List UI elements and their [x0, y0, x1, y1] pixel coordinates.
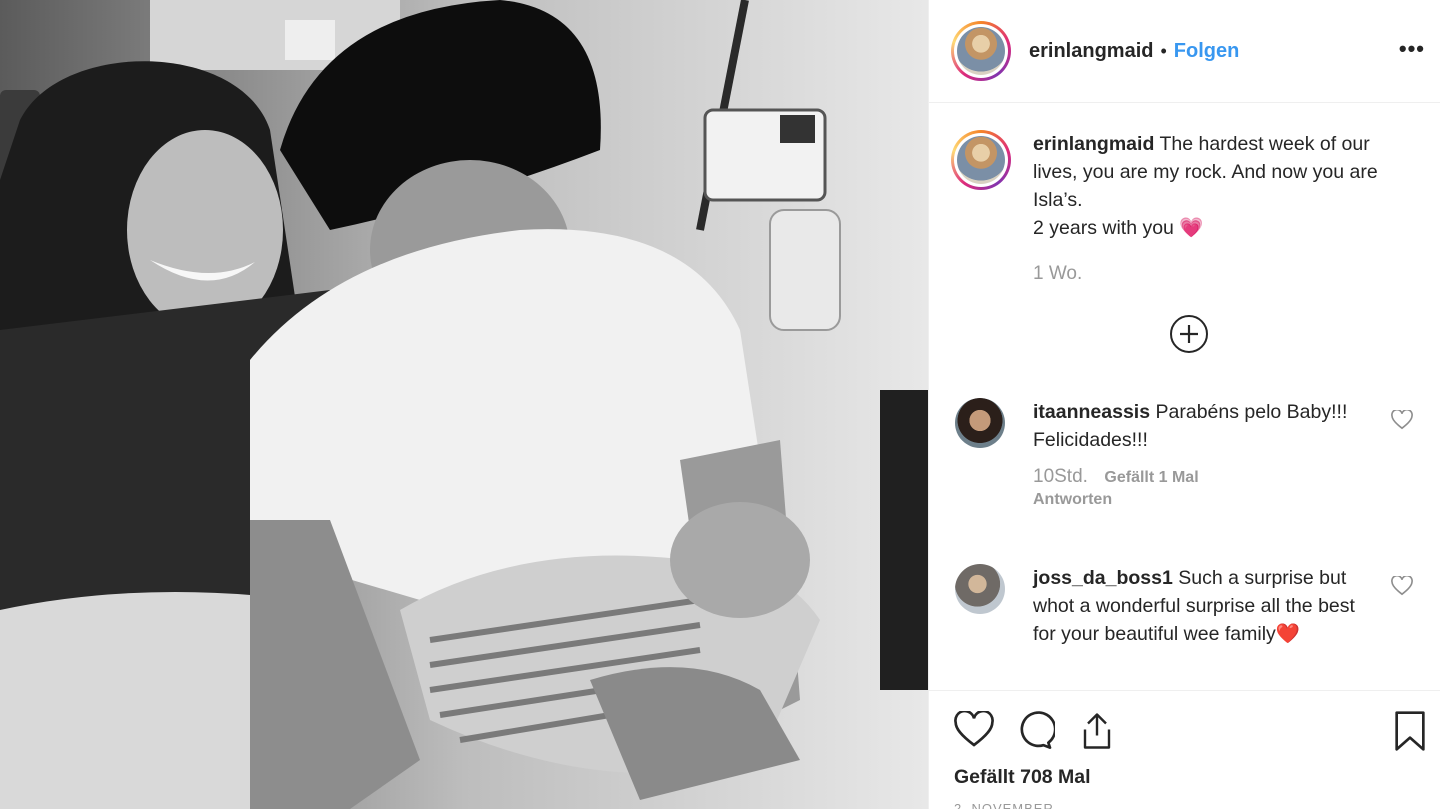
caption-avatar[interactable]: [951, 130, 1011, 190]
pink-heart-emoji: 💗: [1179, 217, 1204, 239]
comment-body: joss_da_boss1 Such a surprise but whot a…: [1033, 564, 1373, 648]
caption-username[interactable]: erinlangmaid: [1033, 133, 1154, 155]
author-avatar-image: [957, 27, 1005, 75]
post-sidebar: erinlangmaid • Folgen ••• erinlangmaid T…: [928, 0, 1440, 809]
caption-avatar-image: [957, 136, 1005, 184]
caption-timestamp[interactable]: 1 Wo.: [1033, 260, 1393, 288]
post-actions: Gefällt 708 Mal 2. NOVEMBER: [929, 690, 1440, 809]
comment-likes[interactable]: Gefällt 1 Mal: [1104, 469, 1198, 486]
post-caption: erinlangmaid The hardest week of our liv…: [951, 130, 1421, 288]
bookmark-icon[interactable]: [1393, 711, 1427, 756]
share-icon[interactable]: [1079, 711, 1115, 756]
reply-button[interactable]: Antworten: [1033, 489, 1373, 511]
follow-button[interactable]: Folgen: [1174, 40, 1240, 63]
author-avatar[interactable]: [951, 21, 1011, 81]
post-header: erinlangmaid • Folgen •••: [929, 0, 1440, 103]
caption-text-block: erinlangmaid The hardest week of our liv…: [1033, 130, 1393, 288]
post-photo[interactable]: [0, 0, 928, 809]
comment-item: itaanneassis Parabéns pelo Baby!!! Felic…: [955, 398, 1425, 511]
comment-age[interactable]: 10Std.: [1033, 466, 1088, 487]
comment-meta: 10Std. Gefällt 1 Mal Antworten: [1033, 466, 1373, 511]
more-icon[interactable]: •••: [1399, 36, 1425, 62]
comment-username[interactable]: itaanneassis: [1033, 401, 1150, 423]
comment-item: joss_da_boss1 Such a surprise but whot a…: [955, 564, 1425, 648]
photo-couple-with-newborn: [0, 0, 928, 809]
commenter-avatar[interactable]: [955, 564, 1005, 614]
caption-line-2: 2 years with you: [1033, 217, 1174, 239]
comment-like-heart-icon[interactable]: [1391, 574, 1413, 601]
post-date[interactable]: 2. NOVEMBER: [954, 801, 1054, 809]
comment-bubble-icon[interactable]: [1015, 711, 1057, 756]
comment-like-heart-icon[interactable]: [1391, 408, 1413, 435]
likes-count[interactable]: Gefällt 708 Mal: [954, 766, 1091, 789]
red-heart-emoji: ❤️: [1275, 623, 1301, 645]
like-heart-icon[interactable]: [954, 709, 994, 754]
comment-body: itaanneassis Parabéns pelo Baby!!! Felic…: [1033, 398, 1373, 511]
separator-dot: •: [1160, 40, 1167, 61]
commenter-avatar[interactable]: [955, 398, 1005, 448]
plus-circle-icon[interactable]: [1170, 315, 1208, 353]
author-username[interactable]: erinlangmaid: [1029, 40, 1153, 63]
comment-username[interactable]: joss_da_boss1: [1033, 567, 1173, 589]
